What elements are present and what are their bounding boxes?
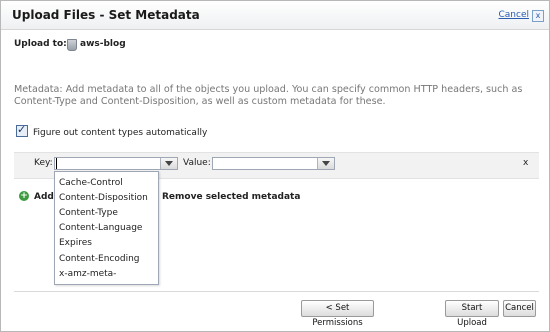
dropdown-option[interactable]: Expires [59, 238, 92, 248]
cancel-button[interactable]: Cancel [503, 300, 536, 317]
remove-selected-metadata-button[interactable]: Remove selected metadata [162, 192, 300, 202]
value-label: Value: [183, 158, 211, 168]
start-upload-button[interactable]: Start Upload [445, 300, 499, 328]
remove-row-button[interactable]: x [523, 158, 528, 168]
cancel-link[interactable]: Cancel [499, 10, 530, 20]
dropdown-option[interactable]: Content-Encoding [59, 254, 140, 264]
dialog-titlebar: Upload Files - Set Metadata Cancel x [1, 1, 549, 30]
upload-dialog: Upload Files - Set Metadata Cancel x Upl… [0, 0, 550, 332]
dropdown-option[interactable]: Content-Language [59, 223, 142, 233]
dropdown-option[interactable]: x-amz-meta- [59, 269, 116, 279]
close-icon[interactable]: x [532, 10, 544, 22]
key-dropdown-list: Cache-Control Content-Disposition Conten… [54, 171, 159, 285]
set-permissions-button[interactable]: < Set Permissions [301, 300, 374, 328]
footer-divider [14, 291, 539, 292]
auto-content-type-label[interactable]: Figure out content types automatically [33, 128, 207, 138]
dialog-title: Upload Files - Set Metadata [12, 8, 200, 22]
chevron-down-icon[interactable] [317, 158, 334, 169]
chevron-down-icon[interactable] [160, 158, 177, 169]
upload-to-label: Upload to: [14, 39, 67, 49]
bucket-name: aws-blog [80, 39, 126, 49]
metadata-description: Metadata: Add metadata to all of the obj… [14, 84, 523, 107]
add-icon[interactable]: + [19, 191, 29, 201]
key-combobox[interactable] [54, 157, 178, 170]
key-input[interactable] [56, 158, 58, 169]
dropdown-option[interactable]: Content-Type [59, 208, 118, 218]
auto-content-type-checkbox[interactable] [16, 123, 28, 137]
bucket-icon [67, 39, 77, 51]
dropdown-option[interactable]: Cache-Control [59, 178, 123, 188]
key-label: Key: [34, 158, 53, 168]
dropdown-option[interactable]: Content-Disposition [59, 193, 148, 203]
value-combobox[interactable] [212, 157, 335, 170]
add-metadata-button[interactable]: Add [34, 192, 54, 202]
